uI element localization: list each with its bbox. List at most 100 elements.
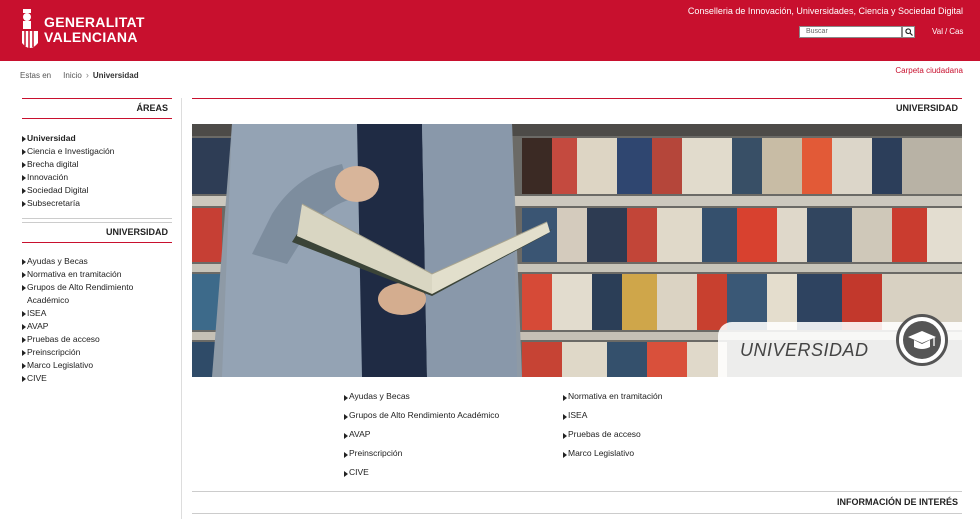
sidebar-item-innovacion[interactable]: Innovación (22, 171, 172, 184)
search-input[interactable]: Buscar (799, 26, 902, 38)
link-isea[interactable]: ISEA (563, 410, 763, 423)
hero-banner: UNIVERSIDAD (192, 124, 962, 377)
sidebar-item-label: Sociedad Digital (27, 185, 89, 195)
bullet-arrow-icon (344, 470, 348, 477)
bullet-arrow-icon (22, 200, 26, 207)
sidebar-item-universidad[interactable]: Universidad (22, 132, 172, 145)
lang-cas-link[interactable]: Cas (949, 27, 963, 36)
bullet-arrow-icon (22, 174, 26, 181)
sidebar-item-pruebas[interactable]: Pruebas de acceso (22, 333, 172, 346)
sidebar-item-label: Grupos de Alto Rendimiento Académico (27, 282, 134, 305)
sidebar-item-label: Innovación (27, 172, 69, 182)
bullet-arrow-icon (22, 161, 26, 168)
divider (22, 218, 172, 219)
generalitat-logo[interactable]: GENERALITAT VALENCIANA (20, 5, 144, 55)
link-normativa[interactable]: Normativa en tramitación (563, 391, 763, 404)
sidebar-item-subsecretaria[interactable]: Subsecretaría (22, 197, 172, 210)
conselleria-link[interactable]: Conselleria de Innovación, Universidades… (688, 6, 963, 16)
bullet-arrow-icon (22, 148, 26, 155)
sidebar-item-label: AVAP (27, 321, 49, 331)
sidebar-item-brecha[interactable]: Brecha digital (22, 158, 172, 171)
graduation-cap-icon (903, 321, 941, 359)
bullet-arrow-icon (563, 451, 567, 458)
bullet-arrow-icon (22, 135, 26, 142)
link-preinscripcion[interactable]: Preinscripción (344, 448, 563, 461)
sidebar-item-sociedad[interactable]: Sociedad Digital (22, 184, 172, 197)
link-pruebas[interactable]: Pruebas de acceso (563, 429, 763, 442)
sidebar-item-label: CIVE (27, 373, 47, 383)
breadcrumb: Estas en Inicio › Universidad (20, 70, 139, 80)
link-marco[interactable]: Marco Legislativo (563, 448, 763, 461)
divider (192, 513, 962, 514)
bullet-arrow-icon (344, 451, 348, 458)
bullet-arrow-icon (22, 271, 26, 278)
link-label: Marco Legislativo (568, 448, 635, 458)
hero-badge (896, 314, 948, 366)
sidebar-areas-list: Universidad Ciencia e Investigación Brec… (22, 119, 172, 210)
sidebar-item-label: Subsecretaría (27, 198, 80, 208)
sidebar-item-normativa[interactable]: Normativa en tramitación (22, 268, 172, 281)
divider (192, 491, 962, 492)
sidebar-item-cive[interactable]: CIVE (22, 372, 172, 385)
column-divider (181, 98, 182, 519)
sidebar-item-label: Normativa en tramitación (27, 269, 122, 279)
bullet-arrow-icon (563, 394, 567, 401)
carpeta-ciudadana-link[interactable]: Carpeta ciudadana (895, 66, 963, 75)
sidebar: ÁREAS Universidad Ciencia e Investigació… (22, 98, 172, 385)
sidebar-item-marco[interactable]: Marco Legislativo (22, 359, 172, 372)
coat-of-arms-icon (20, 7, 40, 53)
sidebar-item-grupos[interactable]: Grupos de Alto Rendimiento Académico (22, 281, 172, 307)
search-icon (904, 28, 913, 36)
bullet-arrow-icon (344, 413, 348, 420)
link-cive[interactable]: CIVE (344, 467, 563, 480)
bullet-arrow-icon (22, 375, 26, 382)
logo-line-1: GENERALITAT (44, 14, 145, 30)
lang-val-link[interactable]: Val (932, 27, 943, 36)
breadcrumb-home-link[interactable]: Inicio (63, 71, 82, 80)
breadcrumb-prefix: Estas en (20, 70, 52, 80)
sidebar-section-list: Ayudas y Becas Normativa en tramitación … (22, 243, 172, 385)
sidebar-item-label: Ayudas y Becas (27, 256, 88, 266)
sidebar-item-avap[interactable]: AVAP (22, 320, 172, 333)
bullet-arrow-icon (22, 284, 26, 291)
bullet-arrow-icon (22, 362, 26, 369)
sidebar-item-ayudas[interactable]: Ayudas y Becas (22, 255, 172, 268)
info-section-title: INFORMACIÓN DE INTERÉS (836, 497, 958, 507)
main-content: UNIVERSIDAD UNIVERSIDAD Ayudas y Becas N… (192, 98, 962, 514)
sidebar-item-label: ISEA (27, 308, 47, 318)
link-label: ISEA (568, 410, 588, 420)
bullet-arrow-icon (22, 349, 26, 356)
sidebar-item-ciencia[interactable]: Ciencia e Investigación (22, 145, 172, 158)
sidebar-item-label: Brecha digital (27, 159, 79, 169)
sidebar-areas-title: ÁREAS (136, 103, 168, 113)
sidebar-item-isea[interactable]: ISEA (22, 307, 172, 320)
bullet-arrow-icon (344, 394, 348, 401)
search-button[interactable] (902, 26, 915, 38)
sidebar-item-label: Preinscripción (27, 347, 81, 357)
link-label: AVAP (349, 429, 371, 439)
bullet-arrow-icon (22, 323, 26, 330)
link-avap[interactable]: AVAP (344, 429, 563, 442)
link-ayudas[interactable]: Ayudas y Becas (344, 391, 563, 404)
sidebar-item-label: Marco Legislativo (27, 360, 94, 370)
bullet-arrow-icon (344, 432, 348, 439)
link-grupos[interactable]: Grupos de Alto Rendimiento Académico (344, 410, 563, 423)
breadcrumb-current: Universidad (92, 70, 139, 80)
bullet-arrow-icon (22, 336, 26, 343)
language-switcher: Val / Cas (931, 27, 964, 36)
link-label: Preinscripción (349, 448, 403, 458)
link-label: Ayudas y Becas (349, 391, 410, 401)
hero-label-text: UNIVERSIDAD (740, 340, 869, 360)
bullet-arrow-icon (22, 310, 26, 317)
sidebar-item-label: Universidad (27, 133, 76, 143)
bullet-arrow-icon (22, 258, 26, 265)
lang-separator: / (944, 27, 948, 36)
link-label: Grupos de Alto Rendimiento Académico (349, 410, 500, 420)
sidebar-item-preinscripcion[interactable]: Preinscripción (22, 346, 172, 359)
sidebar-item-label: Ciencia e Investigación (27, 146, 115, 156)
bullet-arrow-icon (563, 413, 567, 420)
logo-text: GENERALITAT VALENCIANA (44, 15, 145, 45)
link-label: CIVE (349, 467, 369, 477)
sidebar-item-label: Pruebas de acceso (27, 334, 100, 344)
quick-links-grid: Ayudas y Becas Normativa en tramitación … (344, 391, 764, 480)
